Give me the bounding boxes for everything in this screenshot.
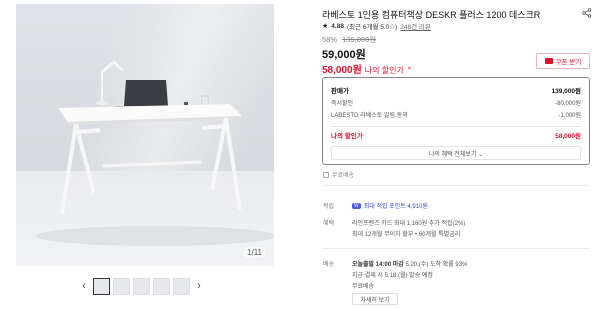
breakdown-row: 즉시할인 -80,000원 — [331, 98, 581, 107]
original-price: 139,000원 — [342, 35, 377, 44]
free-shipping-tag: 무료배송 — [323, 170, 354, 179]
section-divider — [322, 185, 590, 186]
product-main-image[interactable]: 1/11 — [16, 4, 274, 266]
star-icon: ★ — [322, 23, 329, 30]
breakdown-total-row: 나의 할인가 58,000원 — [331, 130, 581, 140]
thumbnail-3[interactable] — [133, 277, 150, 295]
points-label: 적립 — [323, 204, 335, 210]
price-breakdown-box: 판매가 139,000원 즉시할인 -80,000원 LABESTO 라베스토 … — [322, 77, 590, 165]
breakdown-divider — [331, 126, 581, 127]
thumbnail-4[interactable] — [153, 277, 170, 295]
section-divider — [322, 248, 590, 249]
review-count-link[interactable]: 248건 리뷰 — [400, 21, 431, 31]
coupon-button-label: 쿠폰 받기 — [555, 59, 582, 66]
points-badge: W — [352, 202, 361, 209]
breakdown-label: 즉시할인 — [331, 101, 354, 107]
thumbnail-strip: ‹ › — [78, 276, 208, 296]
share-icon[interactable] — [582, 8, 592, 18]
coupon-button[interactable]: 쿠폰 받기 — [536, 53, 590, 69]
delivery-line2: 지금 결제 시 5.18.(월) 발송 예정 — [352, 273, 433, 279]
rating-row: ★ 4.88 (최근 6개월 5.0☆) 248건 리뷰 — [322, 21, 431, 32]
coupon-icon — [544, 58, 553, 64]
thumbnail-2[interactable] — [113, 277, 130, 295]
breakdown-label: 판매가 — [331, 88, 349, 95]
thumbnail-1[interactable] — [93, 277, 110, 295]
delivery-line3: 무료배송 — [352, 284, 375, 290]
all-benefits-button[interactable]: 나의 혜택 전체보기 ⌄ — [331, 146, 581, 160]
breakdown-row: 판매가 139,000원 — [331, 85, 581, 95]
delivery-arrival: 5.20.(수) 도착 확률 93% — [405, 262, 468, 268]
card-benefit-line2[interactable]: 최대 12개월 무이자 할부 • 60개월 특별금리 — [352, 229, 460, 238]
card-benefit-line1[interactable]: 라인프렌즈 카드 최대 1,160원 추가 적립(2%) — [352, 218, 465, 227]
delivery-cutoff: 오늘출발 14:00 마감 — [352, 262, 404, 268]
free-shipping-text: 무료배송 — [332, 173, 355, 179]
product-title: 라베스토 1인용 컴퓨터책상 DESKR 플러스 1200 데스크R — [322, 10, 541, 20]
truck-icon — [323, 171, 329, 178]
image-counter: 1/11 — [243, 247, 266, 258]
delivery-line1: 오늘출발 14:00 마감 5.20.(수) 도착 확률 93% — [352, 259, 467, 268]
breakdown-row: LABESTO 라베스토 알림 동의 -1,000원 — [331, 110, 581, 119]
card-benefit-label: 혜택 — [323, 221, 335, 227]
delivery-detail-button[interactable]: 자세히 보기 — [352, 293, 398, 305]
rating-note: (최근 6개월 5.0☆) — [346, 24, 398, 31]
points-text: 최대 적립 포인트 4,910원 — [363, 204, 428, 210]
desk-illustration — [36, 59, 274, 246]
breakdown-label: LABESTO 라베스토 알림 동의 — [331, 113, 408, 119]
breakdown-value: -1,000원 — [558, 113, 581, 119]
breakdown-value: 139,000원 — [551, 88, 581, 95]
thumb-next-arrow[interactable]: › — [193, 280, 205, 292]
thumbnail-5[interactable] — [173, 277, 190, 295]
discount-row: 58% 139,000원 — [322, 34, 376, 45]
breakdown-total-value: 58,000원 — [555, 133, 581, 140]
my-price-value: 58,000원 — [322, 65, 362, 76]
my-discount-price[interactable]: 58,000원 나의 할인가 ⌃ — [322, 61, 413, 76]
breakdown-value: -80,000원 — [555, 101, 581, 107]
breakdown-total-label: 나의 할인가 — [331, 133, 363, 140]
rating-value: 4.88 — [331, 22, 344, 30]
sale-price: 59,000원 — [322, 49, 366, 61]
discount-rate: 58% — [322, 35, 338, 44]
points-row[interactable]: W 최대 적립 포인트 4,910원 — [352, 201, 428, 210]
thumb-prev-arrow[interactable]: ‹ — [78, 280, 90, 292]
delivery-label: 배송 — [323, 262, 335, 268]
my-price-label: 나의 할인가 ⌃ — [364, 66, 413, 75]
